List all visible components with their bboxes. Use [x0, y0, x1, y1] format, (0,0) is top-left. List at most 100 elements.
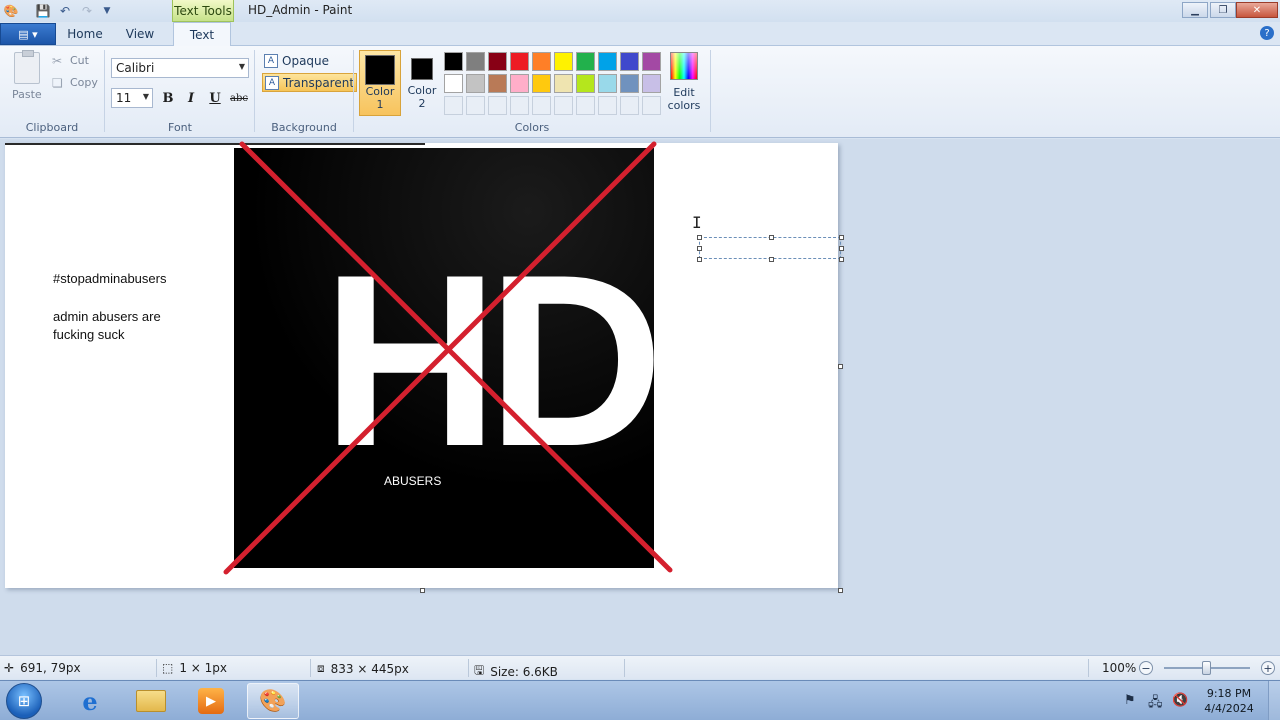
volume-muted-icon[interactable]: 🔇 — [1172, 693, 1188, 708]
palette-color-swatch[interactable] — [642, 74, 661, 93]
restore-button[interactable]: ❐ — [1210, 2, 1236, 18]
tab-text[interactable]: Text — [173, 22, 231, 47]
close-icon: ✕ — [1252, 4, 1262, 16]
undo-icon[interactable]: ↶ — [56, 2, 74, 20]
font-size-select[interactable]: 11 ▼ — [111, 88, 153, 108]
italic-button[interactable]: I — [181, 88, 201, 108]
file-size: 🖫 Size: 6.6KB — [474, 661, 558, 682]
palette-color-swatch[interactable] — [642, 52, 661, 71]
palette-color-swatch[interactable] — [510, 74, 529, 93]
palette-custom-slot[interactable] — [510, 96, 529, 115]
canvas-resize-handle-bottom[interactable] — [420, 588, 425, 593]
restore-icon: ❐ — [1218, 4, 1228, 16]
palette-custom-slot[interactable] — [444, 96, 463, 115]
resize-handle[interactable] — [839, 246, 844, 251]
palette-color-swatch[interactable] — [554, 52, 573, 71]
cursor-position: ✛ 691, 79px — [4, 661, 81, 675]
resize-handle[interactable] — [697, 246, 702, 251]
palette-color-swatch[interactable] — [620, 52, 639, 71]
palette-color-swatch[interactable] — [598, 74, 617, 93]
strikethrough-button[interactable]: abc — [228, 88, 250, 108]
disk-icon: 🖫 — [474, 663, 485, 677]
palette-custom-slot[interactable] — [532, 96, 551, 115]
opaque-button[interactable]: A Opaque — [262, 51, 331, 70]
palette-color-swatch[interactable] — [488, 74, 507, 93]
action-center-flag-icon[interactable]: ⚑ — [1124, 693, 1136, 708]
taskbar-media-player[interactable]: ▶ — [185, 683, 237, 719]
resize-handle[interactable] — [839, 235, 844, 240]
taskbar-internet-explorer[interactable]: e — [64, 683, 116, 719]
palette-color-swatch[interactable] — [576, 52, 595, 71]
palette-color-swatch[interactable] — [444, 74, 463, 93]
paint-menu-button[interactable]: ▤ ▾ — [0, 23, 56, 45]
save-icon[interactable]: 💾 — [34, 2, 52, 20]
font-family-select[interactable]: Calibri ▼ — [111, 58, 249, 78]
ribbon: Paste ✂ Cut ❏ Copy Clipboard Calibri ▼ 1… — [0, 46, 1280, 138]
resize-handle[interactable] — [697, 235, 702, 240]
resize-handle[interactable] — [769, 257, 774, 262]
palette-color-swatch[interactable] — [554, 74, 573, 93]
palette-color-swatch[interactable] — [444, 52, 463, 71]
palette-custom-slot[interactable] — [576, 96, 595, 115]
selection-size: ⬚ 1 × 1px — [162, 661, 227, 675]
zoom-out-button[interactable]: − — [1139, 661, 1153, 675]
palette-color-swatch[interactable] — [488, 52, 507, 71]
status-bar: ✛ 691, 79px ⬚ 1 × 1px ⧈ 833 × 445px 🖫 Si… — [0, 655, 1280, 679]
palette-color-swatch[interactable] — [532, 52, 551, 71]
close-button[interactable]: ✕ — [1236, 2, 1278, 18]
palette-color-swatch[interactable] — [466, 74, 485, 93]
text-selection-box[interactable] — [699, 237, 841, 259]
palette-color-swatch[interactable] — [532, 74, 551, 93]
quick-access-dropdown-icon[interactable]: ▼ — [98, 2, 116, 20]
palette-custom-slot[interactable] — [488, 96, 507, 115]
taskbar-paint[interactable]: 🎨 — [247, 683, 299, 719]
tab-home[interactable]: Home — [62, 22, 108, 46]
help-icon[interactable]: ? — [1260, 26, 1274, 40]
resize-handle[interactable] — [839, 257, 844, 262]
paint-app-icon[interactable]: 🎨 — [2, 2, 20, 20]
zoom-slider-thumb[interactable] — [1202, 661, 1211, 675]
taskbar-file-explorer[interactable] — [125, 683, 177, 719]
palette-custom-slot[interactable] — [598, 96, 617, 115]
underline-button[interactable]: U — [205, 88, 225, 108]
palette-color-swatch[interactable] — [620, 74, 639, 93]
show-desktop-button[interactable] — [1268, 681, 1280, 720]
canvas-resize-handle-corner[interactable] — [838, 588, 843, 593]
resize-handle[interactable] — [769, 235, 774, 240]
edit-colors-button[interactable]: Edit colors — [667, 52, 701, 112]
cut-button[interactable]: Cut — [70, 54, 89, 67]
palette-custom-slot[interactable] — [554, 96, 573, 115]
zoom-in-button[interactable]: + — [1261, 661, 1275, 675]
status-separator — [624, 659, 625, 677]
palette-custom-slot[interactable] — [642, 96, 661, 115]
paint-icon: 🎨 — [259, 688, 287, 714]
taskbar-clock[interactable]: 9:18 PM 4/4/2024 — [1196, 686, 1262, 716]
network-icon[interactable]: 🖧 — [1148, 693, 1163, 715]
palette-color-swatch[interactable] — [598, 52, 617, 71]
palette-color-swatch[interactable] — [466, 52, 485, 71]
clock-date: 4/4/2024 — [1204, 702, 1254, 715]
media-player-icon: ▶ — [198, 688, 224, 714]
color2-button[interactable]: Color 2 — [402, 50, 442, 116]
minimize-button[interactable]: ▁ — [1182, 2, 1208, 18]
cross-stroke-2 — [223, 141, 657, 575]
palette-custom-slot[interactable] — [466, 96, 485, 115]
tab-view[interactable]: View — [116, 22, 164, 46]
resize-handle[interactable] — [697, 257, 702, 262]
color2-swatch — [411, 58, 433, 80]
palette-color-swatch[interactable] — [510, 52, 529, 71]
copy-button[interactable]: Copy — [70, 76, 98, 89]
file-size-value: Size: 6.6KB — [490, 664, 558, 679]
ribbon-tabs: ▤ ▾ Home View Text ? — [0, 22, 1280, 47]
color1-button[interactable]: Color 1 — [359, 50, 401, 116]
bold-button[interactable]: B — [158, 88, 178, 108]
start-button[interactable]: ⊞ — [6, 683, 42, 719]
palette-color-swatch[interactable] — [576, 74, 595, 93]
opaque-icon: A — [264, 53, 278, 68]
canvas-resize-handle-right[interactable] — [838, 364, 843, 369]
redo-icon[interactable]: ↷ — [78, 2, 96, 20]
transparent-button[interactable]: A Transparent — [262, 73, 358, 92]
paste-button[interactable]: Paste — [12, 88, 42, 101]
palette-custom-slot[interactable] — [620, 96, 639, 115]
paste-icon[interactable] — [14, 50, 40, 84]
